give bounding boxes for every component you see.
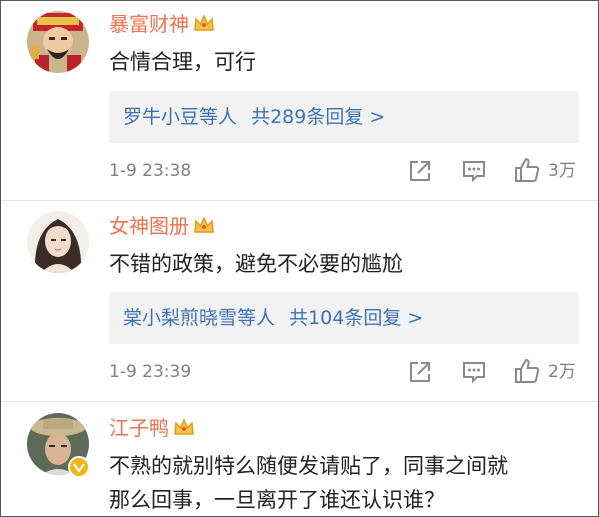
comment-text: 不错的政策，避免不必要的尴尬 [109, 252, 403, 276]
reply-count-link[interactable]: 共289条回复 > [251, 106, 385, 128]
share-icon[interactable] [407, 158, 433, 194]
timestamp: 1-9 23:39 [109, 362, 192, 382]
comment-text: 不熟的就别特么随便发请贴了，同事之间就 那么回事，一旦离开了谁还认识谁？ [109, 449, 579, 516]
divider [1, 200, 598, 201]
like-count: 2万 [548, 362, 576, 382]
like-icon[interactable] [513, 156, 541, 194]
crown-badge-icon [193, 14, 215, 40]
comment-text: 合情合理，可行 [109, 50, 256, 74]
username[interactable]: 暴富财神 [109, 11, 215, 40]
timestamp: 1-9 23:38 [109, 161, 192, 181]
username[interactable]: 江子鸭 [109, 415, 195, 444]
username-label[interactable]: 暴富财神 [109, 12, 189, 36]
reply-users[interactable]: 罗牛小豆等人 [123, 106, 237, 128]
comment-icon[interactable] [461, 359, 487, 395]
username[interactable]: 女神图册 [109, 213, 215, 242]
username-label[interactable]: 江子鸭 [109, 416, 169, 440]
like-icon[interactable] [513, 357, 541, 395]
comment-text-line: 不熟的就别特么随便发请贴了，同事之间就 [109, 454, 508, 478]
avatar[interactable] [27, 211, 89, 273]
like-count: 3万 [548, 161, 576, 181]
crown-badge-icon [193, 216, 215, 242]
reply-count-link[interactable]: 共104条回复 > [289, 307, 423, 329]
verified-badge-icon [68, 456, 90, 478]
comment-icon[interactable] [461, 158, 487, 194]
comment-meta: 1-9 23:39 2万 [109, 357, 579, 387]
comment-list: 暴富财神 合情合理，可行 罗牛小豆等人 共289条回复 > 1-9 23:38 … [0, 0, 599, 517]
crown-badge-icon [173, 418, 195, 444]
comment-text-line: 那么回事，一旦离开了谁还认识谁？ [109, 488, 445, 512]
replies-preview[interactable]: 罗牛小豆等人 共289条回复 > [109, 91, 579, 143]
username-label[interactable]: 女神图册 [109, 214, 189, 238]
avatar[interactable] [27, 11, 89, 73]
share-icon[interactable] [407, 359, 433, 395]
divider [1, 401, 598, 402]
reply-users[interactable]: 棠小梨煎晓雪等人 [123, 307, 275, 329]
comment-meta: 1-9 23:38 3万 [109, 156, 579, 186]
replies-preview[interactable]: 棠小梨煎晓雪等人 共104条回复 > [109, 292, 579, 344]
